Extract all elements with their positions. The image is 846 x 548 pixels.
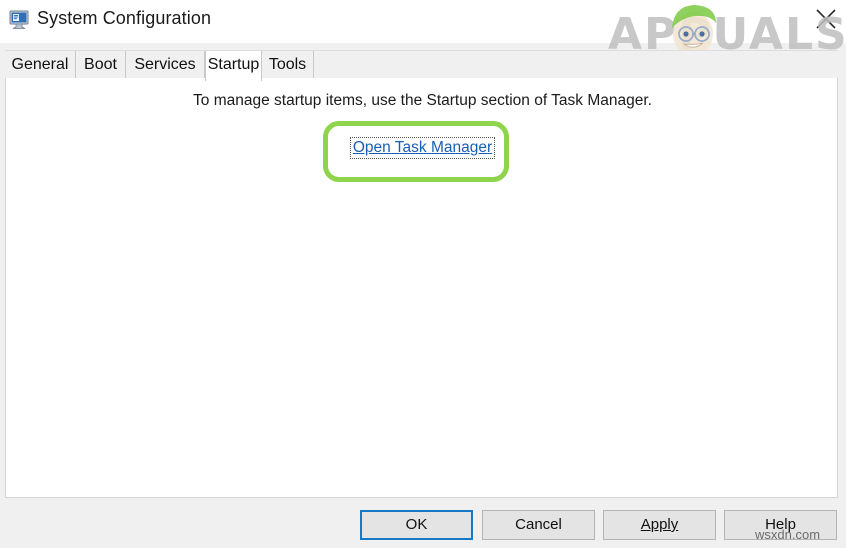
- title-bar: System Configuration: [0, 0, 846, 43]
- ok-button[interactable]: OK: [360, 510, 473, 540]
- cancel-button[interactable]: Cancel: [482, 510, 595, 540]
- open-task-manager-link-container: Open Task Manager: [6, 137, 839, 159]
- window-title: System Configuration: [37, 8, 212, 28]
- help-button[interactable]: Help: [724, 510, 837, 540]
- startup-info-text: To manage startup items, use the Startup…: [193, 92, 652, 109]
- tab-services[interactable]: Services: [126, 51, 205, 80]
- tab-strip: General Boot Services Startup Tools: [5, 50, 838, 81]
- close-icon[interactable]: [806, 2, 844, 36]
- apply-button-label: Apply: [640, 516, 679, 533]
- apply-button[interactable]: Apply: [603, 510, 716, 540]
- tab-boot[interactable]: Boot: [76, 51, 126, 80]
- system-configuration-window: System Configuration APPUALS General Boo…: [0, 0, 846, 548]
- tab-general[interactable]: General: [5, 51, 76, 80]
- open-task-manager-link[interactable]: Open Task Manager: [349, 137, 496, 159]
- tab-tools[interactable]: Tools: [262, 51, 314, 80]
- startup-tab-panel: To manage startup items, use the Startup…: [5, 78, 838, 498]
- tab-startup[interactable]: Startup: [205, 51, 262, 81]
- system-configuration-monitor-icon: [9, 10, 31, 30]
